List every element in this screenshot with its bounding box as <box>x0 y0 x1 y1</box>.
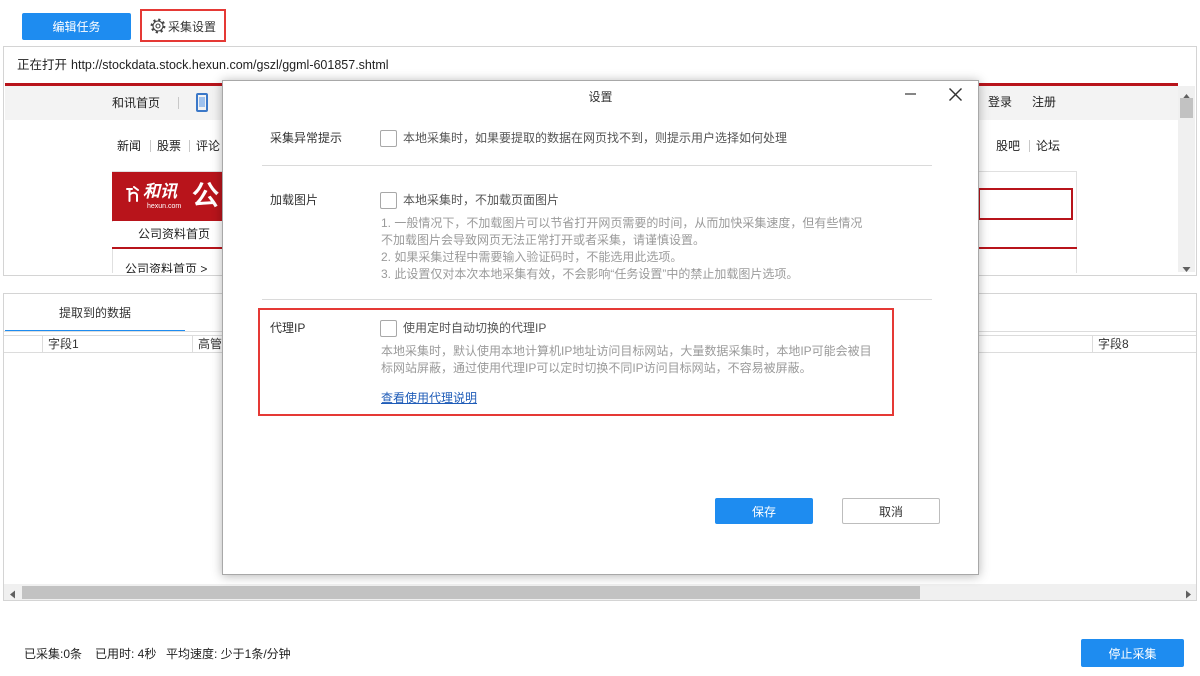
minimize-icon[interactable] <box>899 82 923 106</box>
cancel-button[interactable]: 取消 <box>842 498 940 524</box>
save-button[interactable]: 保存 <box>715 498 813 524</box>
proxy-ip-label: 代理IP <box>270 321 306 335</box>
home-link[interactable]: 和讯首页 <box>112 96 160 110</box>
column-header[interactable]: 高管 <box>198 337 222 351</box>
elapsed-time: 已用时: 4秒 <box>95 647 157 661</box>
channel-separator <box>150 140 151 152</box>
table-horizontal-scrollbar[interactable] <box>4 584 1196 600</box>
tab-extracted-data[interactable]: 提取到的数据 <box>5 294 185 332</box>
edit-task-button[interactable]: 编辑任务 <box>22 13 131 40</box>
exception-prompt-checkbox[interactable] <box>380 130 397 147</box>
page-url: http://stockdata.stock.hexun.com/gszl/gg… <box>71 58 389 72</box>
proxy-ip-option: 使用定时自动切换的代理IP <box>403 321 547 335</box>
register-link[interactable]: 注册 <box>1032 95 1056 109</box>
channel-link[interactable]: 论坛 <box>1036 139 1060 153</box>
settings-dialog: 设置 采集异常提示 本地采集时，如果要提取的数据在网页找不到，则提示用户选择如何… <box>222 80 979 575</box>
hexun-logo[interactable]: 和讯 hexun.com 公 <box>112 172 222 221</box>
toolbar: 编辑任务 采集设置 <box>0 0 1200 46</box>
collect-settings-button[interactable]: 采集设置 <box>140 9 226 42</box>
collect-settings-label: 采集设置 <box>168 20 217 34</box>
proxy-help-link[interactable]: 查看使用代理说明 <box>381 391 477 405</box>
channel-separator <box>1029 140 1030 152</box>
load-images-hint: 1. 一般情况下，不加载图片可以节省打开网页需要的时间，从而加快采集速度，但有些… <box>381 216 863 230</box>
breadcrumb: 公司资料首页 > <box>125 262 208 273</box>
scroll-thumb[interactable] <box>22 586 920 599</box>
channel-link[interactable]: 股票 <box>157 139 181 153</box>
section-divider <box>262 165 932 166</box>
stop-collecting-button[interactable]: 停止采集 <box>1081 639 1184 667</box>
channel-separator <box>189 140 190 152</box>
status-bar: 已采集:0条 已用时: 4秒 平均速度: 少于1条/分钟 停止采集 <box>0 630 1200 676</box>
phone-screen <box>199 97 205 107</box>
scroll-thumb[interactable] <box>1180 98 1193 118</box>
mobile-phone-icon[interactable] <box>196 93 208 112</box>
hexun-logo-mark-icon <box>125 186 140 203</box>
gear-icon <box>150 18 166 34</box>
column-header[interactable]: 字段8 <box>1098 337 1129 351</box>
dialog-title: 设置 <box>588 90 613 104</box>
scroll-right-arrow-icon[interactable] <box>1185 588 1192 599</box>
tab-extracted-data-label: 提取到的数据 <box>58 306 131 320</box>
scroll-left-arrow-icon[interactable] <box>9 588 16 599</box>
proxy-ip-hint: 本地采集时，默认使用本地计算机IP地址访问目标网站，大量数据采集时，本地IP可能… <box>381 344 872 358</box>
close-icon[interactable] <box>943 82 968 107</box>
section-tab-label: 公司资料首页 <box>138 227 211 241</box>
average-speed: 平均速度: 少于1条/分钟 <box>166 647 291 661</box>
collected-count: 已采集:0条 <box>24 647 83 661</box>
load-images-label: 加载图片 <box>270 193 319 207</box>
scroll-up-arrow-icon[interactable] <box>1182 89 1191 99</box>
exception-prompt-label: 采集异常提示 <box>270 131 343 145</box>
login-link[interactable]: 登录 <box>988 95 1012 109</box>
channel-link[interactable]: 股吧 <box>996 139 1020 153</box>
nav-separator <box>178 97 179 109</box>
webpage-vertical-scrollbar[interactable] <box>1178 86 1195 272</box>
load-images-hint: 不加载图片会导致网页无法正常打开或者采集，请谨慎设置。 <box>381 233 706 247</box>
load-images-option: 本地采集时，不加载页面图片 <box>403 193 560 207</box>
loading-status: 正在打开 http://stockdata.stock.hexun.com/gsz… <box>17 58 389 72</box>
logo-domain: hexun.com <box>147 203 182 210</box>
exception-prompt-option: 本地采集时，如果要提取的数据在网页找不到，则提示用户选择如何处理 <box>403 131 788 145</box>
column-divider[interactable] <box>192 335 193 353</box>
section-tab[interactable]: 公司资料首页 <box>112 222 222 247</box>
logo-title-char: 公 <box>192 181 219 211</box>
column-header[interactable]: 字段1 <box>48 337 79 351</box>
logo-name: 和讯 <box>143 182 177 201</box>
proxy-ip-checkbox[interactable] <box>380 320 397 337</box>
load-images-checkbox[interactable] <box>380 192 397 209</box>
channel-link[interactable]: 评论 <box>196 139 220 153</box>
proxy-ip-hint: 标网站屏蔽，通过使用代理IP可以定时切换不同IP访问目标网站，不容易被屏蔽。 <box>381 361 812 375</box>
scroll-down-arrow-icon[interactable] <box>1182 262 1191 272</box>
app-window: 编辑任务 采集设置 正在打开 http://stockdata.stock.hex… <box>0 0 1200 676</box>
loading-status-prefix: 正在打开 <box>17 58 68 72</box>
webpage-search-box[interactable] <box>978 188 1073 220</box>
section-divider <box>262 299 932 300</box>
channel-link[interactable]: 新闻 <box>117 139 141 153</box>
load-images-hint: 2. 如果采集过程中需要输入验证码时，不能选用此选项。 <box>381 250 683 264</box>
column-divider[interactable] <box>42 335 43 353</box>
column-divider[interactable] <box>1092 335 1093 353</box>
load-images-hint: 3. 此设置仅对本次本地采集有效，不会影响“任务设置”中的禁止加载图片选项。 <box>381 267 799 281</box>
